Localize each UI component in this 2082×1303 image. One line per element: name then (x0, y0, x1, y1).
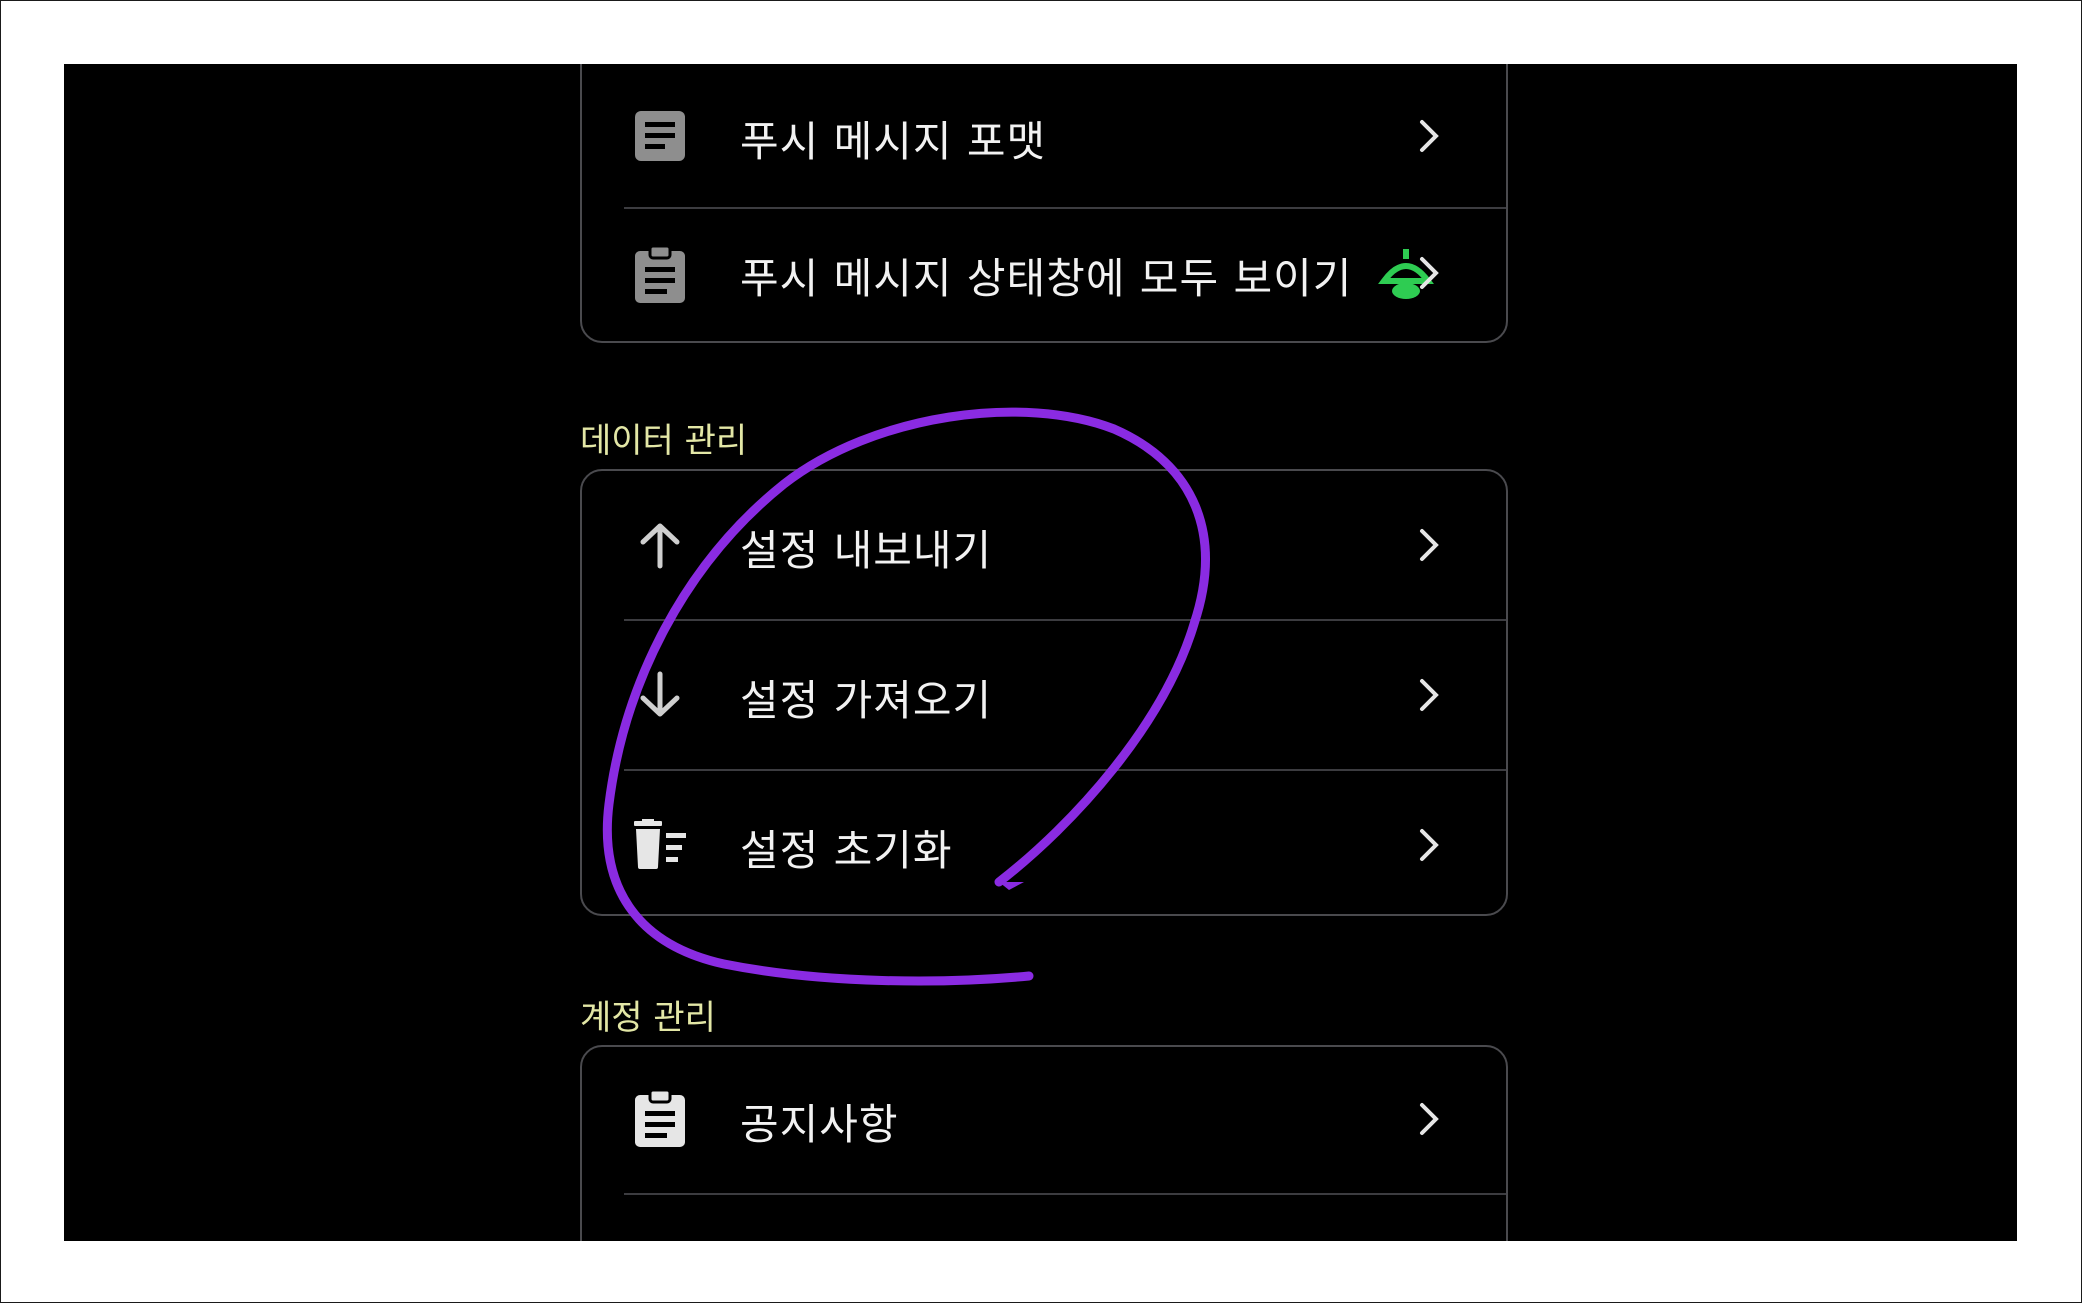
divider (624, 1193, 1506, 1195)
export-settings-label: 설정 내보내기 (740, 526, 993, 575)
chevron-right-icon (1412, 255, 1448, 291)
chevron-right-icon (1412, 527, 1448, 563)
arrow-down-icon (630, 665, 690, 725)
data-section-title: 데이터 관리 (580, 421, 748, 461)
chevron-right-icon (1412, 1101, 1448, 1137)
document-icon (630, 106, 690, 166)
notice-label: 공지사항 (740, 1100, 899, 1149)
push-settings-card: 푸시 메시지 포맷 푸시 메시지 상태창에 모두 보이기 (580, 64, 1508, 343)
account-management-card: 공지사항 (580, 1045, 1508, 1241)
trash-list-icon (630, 815, 690, 875)
clipboard-icon (630, 1089, 690, 1149)
push-format-label: 푸시 메시지 포맷 (740, 117, 1047, 166)
import-settings-label: 설정 가져오기 (740, 676, 993, 725)
clipboard-icon (630, 245, 690, 305)
export-settings-item[interactable]: 설정 내보내기 (582, 471, 1506, 619)
reset-settings-label: 설정 초기화 (740, 826, 953, 875)
settings-screen: 푸시 메시지 포맷 푸시 메시지 상태창에 모두 보이기 데이터 관리 설정 내… (64, 64, 2017, 1241)
account-section-title: 계정 관리 (580, 998, 716, 1038)
reset-settings-item[interactable]: 설정 초기화 (582, 771, 1506, 916)
data-management-card: 설정 내보내기 설정 가져오기 설정 초기화 (580, 469, 1508, 916)
push-statusbar-item[interactable]: 푸시 메시지 상태창에 모두 보이기 (582, 209, 1506, 343)
chevron-right-icon (1412, 677, 1448, 713)
chevron-right-icon (1412, 118, 1448, 154)
chevron-right-icon (1412, 827, 1448, 863)
import-settings-item[interactable]: 설정 가져오기 (582, 621, 1506, 769)
arrow-up-icon (630, 515, 690, 575)
push-format-item[interactable]: 푸시 메시지 포맷 (582, 66, 1506, 206)
push-statusbar-label: 푸시 메시지 상태창에 모두 보이기 (740, 254, 1353, 303)
notice-item[interactable]: 공지사항 (582, 1047, 1506, 1193)
